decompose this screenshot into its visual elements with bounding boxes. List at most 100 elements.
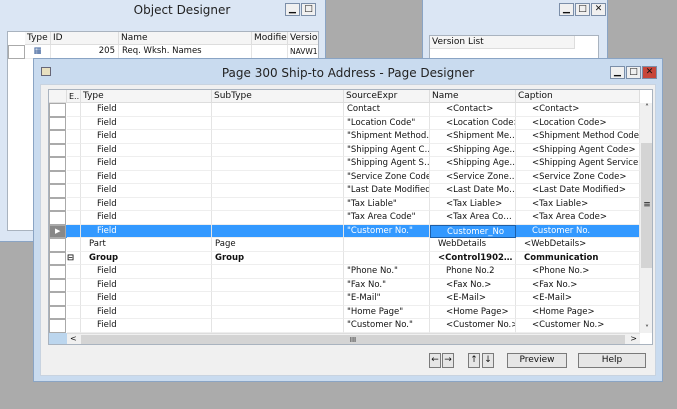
col-subtype[interactable]: SubType	[212, 90, 344, 103]
cell-name[interactable]: <Fax No.>	[430, 278, 516, 292]
cell-subtype[interactable]	[212, 157, 344, 171]
row-selector[interactable]	[49, 265, 66, 279]
scroll-right-icon[interactable]: >	[630, 334, 637, 343]
cell-name[interactable]: <Shipping Age…	[430, 143, 516, 157]
maximize-button[interactable]: □	[626, 66, 641, 79]
row-selector[interactable]	[49, 116, 66, 130]
cell-version[interactable]: NAVW17.00	[288, 45, 318, 59]
cell-name[interactable]: <Shipment Me…	[430, 130, 516, 144]
scroll-down-icon[interactable]: ˅	[640, 324, 652, 333]
table-row[interactable]: Field "Tax Liable" <Tax Liable> <Tax Lia…	[49, 197, 640, 211]
cell-subtype[interactable]	[212, 319, 344, 333]
row-selector[interactable]: ▶	[49, 224, 66, 238]
cell-sourceexpr[interactable]: "Location Code"	[344, 116, 430, 130]
minimize-button[interactable]: ▁	[610, 66, 625, 79]
cell-name[interactable]: <Control1902…	[430, 251, 516, 265]
cell-sourceexpr[interactable]: "Shipping Agent C…	[344, 143, 430, 157]
scroll-up-icon[interactable]: ˄	[640, 103, 652, 117]
cell-type[interactable]: Field	[81, 184, 212, 198]
cell-name[interactable]: <Service Zone…	[430, 170, 516, 184]
cell-sourceexpr[interactable]: "Shipping Agent S…	[344, 157, 430, 171]
cell-type[interactable]: Part	[81, 238, 212, 252]
cell-name[interactable]: <Home Page>	[430, 305, 516, 319]
row-selector[interactable]	[49, 184, 66, 198]
cell-name[interactable]: <Customer No.>	[430, 319, 516, 333]
move-left-button[interactable]: ←	[429, 353, 441, 368]
table-row[interactable]: Field "Service Zone Code" <Service Zone……	[49, 170, 640, 184]
col-caption[interactable]: Caption	[516, 90, 640, 103]
row-selector[interactable]	[49, 170, 66, 184]
maximize-button[interactable]: □	[575, 3, 590, 16]
cell-caption[interactable]: Communication	[516, 251, 640, 265]
cell-subtype[interactable]	[212, 184, 344, 198]
cell-subtype[interactable]: Group	[212, 251, 344, 265]
row-selector[interactable]	[49, 211, 66, 225]
cell-name[interactable]: <Tax Liable>	[430, 197, 516, 211]
col-sourceexpr[interactable]: SourceExpr	[344, 90, 430, 103]
cell-caption[interactable]: <Home Page>	[516, 305, 640, 319]
col-name[interactable]: Name	[119, 32, 252, 45]
row-selector[interactable]	[49, 197, 66, 211]
row-selector[interactable]	[49, 130, 66, 144]
cell-sourceexpr[interactable]: "Last Date Modified"	[344, 184, 430, 198]
cell-name[interactable]: Phone No.2	[430, 265, 516, 279]
cell-subtype[interactable]	[212, 224, 344, 238]
maximize-button[interactable]: □	[301, 3, 316, 16]
cell-caption[interactable]: <Location Code>	[516, 116, 640, 130]
table-row[interactable]: Field "Tax Area Code" <Tax Area Co… <Tax…	[49, 211, 640, 225]
cell-caption[interactable]: <E-Mail>	[516, 292, 640, 306]
scroll-left-icon[interactable]: <	[70, 334, 77, 343]
row-selector[interactable]	[49, 319, 66, 333]
table-row[interactable]: Field "Phone No." Phone No.2 <Phone No.>	[49, 265, 640, 279]
col-modified[interactable]: Modified	[252, 32, 288, 45]
scroll-thumb[interactable]: ≡	[641, 143, 652, 268]
table-row[interactable]: Part Page WebDetails <WebDetails>	[49, 238, 640, 252]
move-up-button[interactable]: ↑	[468, 353, 480, 368]
cell-type[interactable]: Field	[81, 143, 212, 157]
cell-name[interactable]: <Location Code>	[430, 116, 516, 130]
row-selector[interactable]	[49, 103, 66, 117]
cell-caption[interactable]: Customer No.	[516, 224, 640, 238]
cell-type[interactable]: Field	[81, 157, 212, 171]
cell-name[interactable]: <Shipping Age…	[430, 157, 516, 171]
cell-subtype[interactable]	[212, 278, 344, 292]
cell-caption[interactable]: <Customer No.>	[516, 319, 640, 333]
cell-caption[interactable]: <Last Date Modified>	[516, 184, 640, 198]
row-selector[interactable]	[49, 305, 66, 319]
cell-caption[interactable]: <Phone No.>	[516, 265, 640, 279]
cell-type[interactable]: Field	[81, 319, 212, 333]
cell-subtype[interactable]	[212, 305, 344, 319]
col-name[interactable]: Name	[430, 90, 516, 103]
cell-sourceexpr[interactable]: "Home Page"	[344, 305, 430, 319]
cell-sourceexpr[interactable]: "Service Zone Code"	[344, 170, 430, 184]
table-row[interactable]: Field "Shipment Method… <Shipment Me… <S…	[49, 130, 640, 144]
minimize-button[interactable]: ▁	[285, 3, 300, 16]
cell-type[interactable]: Field	[81, 197, 212, 211]
cell-sourceexpr[interactable]: "Tax Area Code"	[344, 211, 430, 225]
cell-sourceexpr[interactable]: "Tax Liable"	[344, 197, 430, 211]
table-row[interactable]: Field "Last Date Modified" <Last Date Mo…	[49, 184, 640, 198]
row-selector[interactable]	[49, 157, 66, 171]
cell-type[interactable]: Field	[81, 292, 212, 306]
col-version[interactable]: Version List	[288, 32, 318, 45]
cell-name[interactable]: <E-Mail>	[430, 292, 516, 306]
cell-caption[interactable]: <Shipment Method Code>	[516, 130, 640, 144]
cell-type[interactable]: Group	[81, 251, 212, 265]
cell-subtype[interactable]	[212, 265, 344, 279]
cell-sourceexpr[interactable]	[344, 238, 430, 252]
table-row[interactable]: ⊟ Group Group <Control1902… Communicatio…	[49, 251, 640, 265]
cell-sourceexpr[interactable]: "Shipment Method…	[344, 130, 430, 144]
cell-name[interactable]: <Last Date Mo…	[430, 184, 516, 198]
cell-caption[interactable]: <WebDetails>	[516, 238, 640, 252]
cell-caption[interactable]: <Tax Liable>	[516, 197, 640, 211]
move-right-button[interactable]: →	[442, 353, 454, 368]
cell-subtype[interactable]	[212, 170, 344, 184]
minimize-button[interactable]: ▁	[559, 3, 574, 16]
col-type[interactable]: Type	[81, 90, 212, 103]
col-version[interactable]: Version List	[430, 36, 575, 49]
cell-subtype[interactable]	[212, 143, 344, 157]
cell-type[interactable]: Field	[81, 211, 212, 225]
cell-modified[interactable]	[252, 45, 288, 59]
cell-name[interactable]: Req. Wksh. Names	[119, 45, 252, 59]
horizontal-scrollbar[interactable]: < III >	[67, 333, 640, 344]
